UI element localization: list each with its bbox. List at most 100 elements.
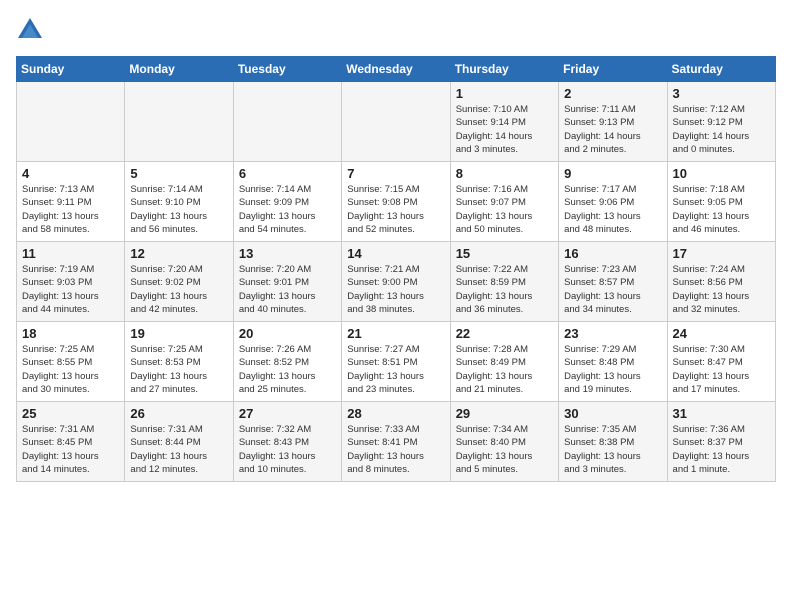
day-number: 15 bbox=[456, 246, 553, 261]
day-number: 12 bbox=[130, 246, 227, 261]
calendar-cell: 3 Sunrise: 7:12 AM Sunset: 9:12 PM Daylig… bbox=[667, 82, 775, 162]
day-info: Sunrise: 7:36 AM Sunset: 8:37 PM Dayligh… bbox=[673, 423, 770, 476]
calendar-cell: 9 Sunrise: 7:17 AM Sunset: 9:06 PM Daylig… bbox=[559, 162, 667, 242]
day-number: 4 bbox=[22, 166, 119, 181]
day-number: 18 bbox=[22, 326, 119, 341]
calendar-cell: 25Sunrise: 7:31 AM Sunset: 8:45 PM Dayli… bbox=[17, 402, 125, 482]
calendar-cell bbox=[342, 82, 450, 162]
calendar-cell: 10 Sunrise: 7:18 AM Sunset: 9:05 PM Dayli… bbox=[667, 162, 775, 242]
header-day-saturday: Saturday bbox=[667, 57, 775, 82]
calendar-cell: 24Sunrise: 7:30 AM Sunset: 8:47 PM Dayli… bbox=[667, 322, 775, 402]
day-info: Sunrise: 7:17 AM Sunset: 9:06 PM Dayligh… bbox=[564, 183, 661, 236]
calendar-cell: 8Sunrise: 7:16 AM Sunset: 9:07 PM Daylig… bbox=[450, 162, 558, 242]
day-number: 30 bbox=[564, 406, 661, 421]
day-info: Sunrise: 7:33 AM Sunset: 8:41 PM Dayligh… bbox=[347, 423, 444, 476]
day-info: Sunrise: 7:16 AM Sunset: 9:07 PM Dayligh… bbox=[456, 183, 553, 236]
day-info: Sunrise: 7:19 AM Sunset: 9:03 PM Dayligh… bbox=[22, 263, 119, 316]
day-number: 21 bbox=[347, 326, 444, 341]
calendar-cell bbox=[17, 82, 125, 162]
calendar-body: 1 Sunrise: 7:10 AM Sunset: 9:14 PM Daylig… bbox=[17, 82, 776, 482]
day-info: Sunrise: 7:25 AM Sunset: 8:55 PM Dayligh… bbox=[22, 343, 119, 396]
page-header bbox=[16, 16, 776, 44]
header-day-monday: Monday bbox=[125, 57, 233, 82]
day-info: Sunrise: 7:10 AM Sunset: 9:14 PM Dayligh… bbox=[456, 103, 553, 156]
week-row-3: 18 Sunrise: 7:25 AM Sunset: 8:55 PM Dayli… bbox=[17, 322, 776, 402]
calendar-cell: 16Sunrise: 7:23 AM Sunset: 8:57 PM Dayli… bbox=[559, 242, 667, 322]
calendar-cell: 13 Sunrise: 7:20 AM Sunset: 9:01 PM Dayli… bbox=[233, 242, 341, 322]
calendar-cell bbox=[233, 82, 341, 162]
day-number: 2 bbox=[564, 86, 661, 101]
calendar-cell: 4 Sunrise: 7:13 AM Sunset: 9:11 PM Daylig… bbox=[17, 162, 125, 242]
day-info: Sunrise: 7:26 AM Sunset: 8:52 PM Dayligh… bbox=[239, 343, 336, 396]
day-number: 11 bbox=[22, 246, 119, 261]
day-number: 27 bbox=[239, 406, 336, 421]
day-info: Sunrise: 7:29 AM Sunset: 8:48 PM Dayligh… bbox=[564, 343, 661, 396]
day-info: Sunrise: 7:14 AM Sunset: 9:10 PM Dayligh… bbox=[130, 183, 227, 236]
day-info: Sunrise: 7:28 AM Sunset: 8:49 PM Dayligh… bbox=[456, 343, 553, 396]
header-day-thursday: Thursday bbox=[450, 57, 558, 82]
day-info: Sunrise: 7:11 AM Sunset: 9:13 PM Dayligh… bbox=[564, 103, 661, 156]
day-number: 25 bbox=[22, 406, 119, 421]
week-row-1: 4 Sunrise: 7:13 AM Sunset: 9:11 PM Daylig… bbox=[17, 162, 776, 242]
week-row-0: 1 Sunrise: 7:10 AM Sunset: 9:14 PM Daylig… bbox=[17, 82, 776, 162]
calendar-cell: 12Sunrise: 7:20 AM Sunset: 9:02 PM Dayli… bbox=[125, 242, 233, 322]
day-info: Sunrise: 7:18 AM Sunset: 9:05 PM Dayligh… bbox=[673, 183, 770, 236]
day-number: 13 bbox=[239, 246, 336, 261]
header-row: SundayMondayTuesdayWednesdayThursdayFrid… bbox=[17, 57, 776, 82]
calendar-cell: 19 Sunrise: 7:25 AM Sunset: 8:53 PM Dayli… bbox=[125, 322, 233, 402]
day-number: 9 bbox=[564, 166, 661, 181]
day-info: Sunrise: 7:22 AM Sunset: 8:59 PM Dayligh… bbox=[456, 263, 553, 316]
day-number: 20 bbox=[239, 326, 336, 341]
day-number: 1 bbox=[456, 86, 553, 101]
day-number: 10 bbox=[673, 166, 770, 181]
day-number: 26 bbox=[130, 406, 227, 421]
calendar-header: SundayMondayTuesdayWednesdayThursdayFrid… bbox=[17, 57, 776, 82]
calendar-cell: 6Sunrise: 7:14 AM Sunset: 9:09 PM Daylig… bbox=[233, 162, 341, 242]
calendar-cell: 2 Sunrise: 7:11 AM Sunset: 9:13 PM Daylig… bbox=[559, 82, 667, 162]
day-info: Sunrise: 7:14 AM Sunset: 9:09 PM Dayligh… bbox=[239, 183, 336, 236]
day-number: 28 bbox=[347, 406, 444, 421]
calendar-cell: 7Sunrise: 7:15 AM Sunset: 9:08 PM Daylig… bbox=[342, 162, 450, 242]
calendar-cell: 11 Sunrise: 7:19 AM Sunset: 9:03 PM Dayli… bbox=[17, 242, 125, 322]
day-info: Sunrise: 7:31 AM Sunset: 8:44 PM Dayligh… bbox=[130, 423, 227, 476]
day-number: 31 bbox=[673, 406, 770, 421]
day-number: 5 bbox=[130, 166, 227, 181]
day-info: Sunrise: 7:12 AM Sunset: 9:12 PM Dayligh… bbox=[673, 103, 770, 156]
calendar-cell: 14 Sunrise: 7:21 AM Sunset: 9:00 PM Dayli… bbox=[342, 242, 450, 322]
day-number: 17 bbox=[673, 246, 770, 261]
header-day-friday: Friday bbox=[559, 57, 667, 82]
header-day-sunday: Sunday bbox=[17, 57, 125, 82]
day-info: Sunrise: 7:21 AM Sunset: 9:00 PM Dayligh… bbox=[347, 263, 444, 316]
header-day-wednesday: Wednesday bbox=[342, 57, 450, 82]
calendar-cell: 15 Sunrise: 7:22 AM Sunset: 8:59 PM Dayli… bbox=[450, 242, 558, 322]
day-info: Sunrise: 7:34 AM Sunset: 8:40 PM Dayligh… bbox=[456, 423, 553, 476]
day-number: 23 bbox=[564, 326, 661, 341]
day-info: Sunrise: 7:25 AM Sunset: 8:53 PM Dayligh… bbox=[130, 343, 227, 396]
day-info: Sunrise: 7:27 AM Sunset: 8:51 PM Dayligh… bbox=[347, 343, 444, 396]
calendar-cell: 20 Sunrise: 7:26 AM Sunset: 8:52 PM Dayli… bbox=[233, 322, 341, 402]
week-row-4: 25Sunrise: 7:31 AM Sunset: 8:45 PM Dayli… bbox=[17, 402, 776, 482]
day-number: 14 bbox=[347, 246, 444, 261]
day-number: 19 bbox=[130, 326, 227, 341]
day-number: 16 bbox=[564, 246, 661, 261]
logo bbox=[16, 16, 46, 44]
calendar-cell: 22Sunrise: 7:28 AM Sunset: 8:49 PM Dayli… bbox=[450, 322, 558, 402]
calendar-cell: 28 Sunrise: 7:33 AM Sunset: 8:41 PM Dayli… bbox=[342, 402, 450, 482]
day-info: Sunrise: 7:20 AM Sunset: 9:01 PM Dayligh… bbox=[239, 263, 336, 316]
day-number: 7 bbox=[347, 166, 444, 181]
day-info: Sunrise: 7:13 AM Sunset: 9:11 PM Dayligh… bbox=[22, 183, 119, 236]
day-info: Sunrise: 7:32 AM Sunset: 8:43 PM Dayligh… bbox=[239, 423, 336, 476]
week-row-2: 11 Sunrise: 7:19 AM Sunset: 9:03 PM Dayli… bbox=[17, 242, 776, 322]
calendar-cell: 29Sunrise: 7:34 AM Sunset: 8:40 PM Dayli… bbox=[450, 402, 558, 482]
calendar-cell: 1 Sunrise: 7:10 AM Sunset: 9:14 PM Daylig… bbox=[450, 82, 558, 162]
calendar-cell: 30 Sunrise: 7:35 AM Sunset: 8:38 PM Dayli… bbox=[559, 402, 667, 482]
day-info: Sunrise: 7:24 AM Sunset: 8:56 PM Dayligh… bbox=[673, 263, 770, 316]
calendar-cell: 26 Sunrise: 7:31 AM Sunset: 8:44 PM Dayli… bbox=[125, 402, 233, 482]
calendar-cell: 23 Sunrise: 7:29 AM Sunset: 8:48 PM Dayli… bbox=[559, 322, 667, 402]
day-info: Sunrise: 7:30 AM Sunset: 8:47 PM Dayligh… bbox=[673, 343, 770, 396]
header-day-tuesday: Tuesday bbox=[233, 57, 341, 82]
calendar-cell: 21 Sunrise: 7:27 AM Sunset: 8:51 PM Dayli… bbox=[342, 322, 450, 402]
calendar-cell: 17 Sunrise: 7:24 AM Sunset: 8:56 PM Dayli… bbox=[667, 242, 775, 322]
day-info: Sunrise: 7:35 AM Sunset: 8:38 PM Dayligh… bbox=[564, 423, 661, 476]
day-number: 3 bbox=[673, 86, 770, 101]
